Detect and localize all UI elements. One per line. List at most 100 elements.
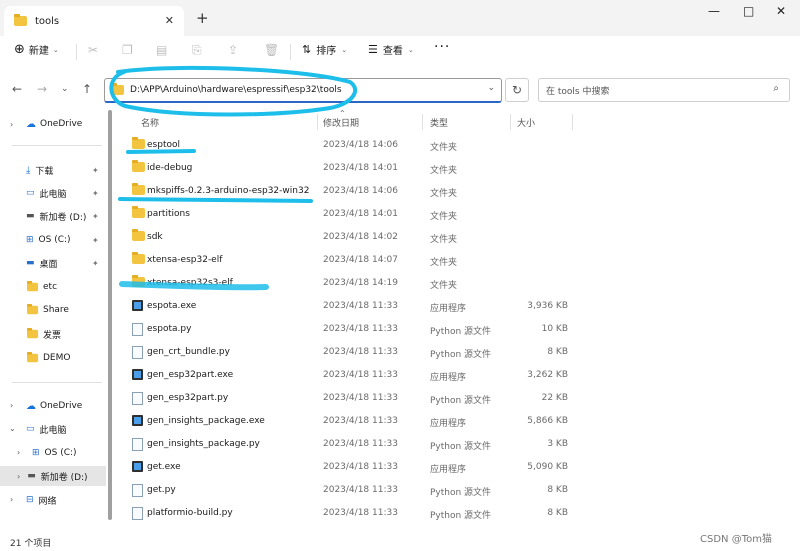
file-row[interactable]: esptool 2023/4/18 14:06 文件夹	[115, 134, 800, 157]
view-button[interactable]: ☰ 查看 ⌄	[368, 42, 414, 57]
sidebar-item-label: 新加卷 (D:)	[40, 472, 88, 483]
sidebar-item-onedrive-2[interactable]: ☁ OneDrive	[26, 396, 82, 416]
new-button[interactable]: ⊕ 新建 ⌄	[14, 42, 59, 57]
file-type: Python 源文件	[430, 511, 492, 521]
file-size: 8 KB	[547, 508, 568, 518]
sidebar-item-etc[interactable]: etc	[26, 277, 57, 297]
sidebar-item-invoices[interactable]: 发票	[26, 324, 61, 344]
share-icon[interactable]: ⇪	[228, 43, 238, 57]
file-row[interactable]: gen_crt_bundle.py 2023/4/18 11:33 Python…	[115, 341, 800, 364]
back-arrow-icon[interactable]: ←	[12, 82, 22, 96]
sidebar-item-share[interactable]: Share	[26, 300, 69, 320]
sidebar-item-network[interactable]: ⊟ 网络	[26, 490, 57, 510]
sidebar-item-this-pc-2[interactable]: ▭ 此电脑	[26, 419, 67, 439]
up-arrow-icon[interactable]: ↑	[82, 82, 92, 96]
pin-icon[interactable]: ✦	[92, 212, 99, 221]
maximize-button[interactable]: □	[743, 4, 754, 18]
file-row[interactable]: ide-debug 2023/4/18 14:01 文件夹	[115, 157, 800, 180]
file-row[interactable]: partitions 2023/4/18 14:01 文件夹	[115, 203, 800, 226]
file-name: gen_insights_package.exe	[147, 416, 265, 426]
view-label: 查看	[382, 46, 403, 57]
sidebar-item-onedrive[interactable]: ☁ OneDrive	[26, 114, 82, 134]
column-divider[interactable]	[317, 114, 318, 130]
forward-arrow-icon[interactable]: →	[37, 82, 47, 96]
network-icon: ⊟	[26, 495, 34, 505]
sidebar-item-label: OneDrive	[40, 401, 83, 411]
file-date: 2023/4/18 14:07	[323, 255, 398, 265]
application-icon	[132, 415, 143, 426]
more-options-button[interactable]: ···	[434, 39, 450, 55]
column-size[interactable]: 大小	[517, 116, 535, 129]
sidebar-item-drive-d-2[interactable]: › ▬ 新加卷 (D:)	[0, 466, 106, 486]
close-tab-icon[interactable]: ✕	[165, 14, 174, 27]
file-name: esptool	[147, 140, 180, 150]
pin-icon[interactable]: ✦	[92, 166, 99, 175]
cut-icon[interactable]: ✂	[88, 43, 98, 57]
file-row[interactable]: sdk 2023/4/18 14:02 文件夹	[115, 226, 800, 249]
sidebar-item-desktop[interactable]: ▬ 桌面	[26, 253, 58, 273]
chevron-down-icon[interactable]: ⌄	[9, 424, 16, 433]
file-date: 2023/4/18 11:33	[323, 508, 398, 518]
file-row[interactable]: gen_esp32part.exe 2023/4/18 11:33 应用程序 3…	[115, 364, 800, 387]
address-bar[interactable]: D:\APP\Arduino\hardware\espressif\esp32\…	[104, 78, 502, 103]
column-divider[interactable]	[422, 114, 423, 130]
sidebar-scrollbar[interactable]	[108, 110, 112, 520]
cloud-icon: ☁	[26, 400, 36, 412]
pin-icon[interactable]: ✦	[92, 189, 99, 198]
file-row[interactable]: gen_insights_package.py 2023/4/18 11:33 …	[115, 433, 800, 456]
new-tab-button[interactable]: +	[196, 9, 209, 27]
address-path[interactable]: D:\APP\Arduino\hardware\espressif\esp32\…	[130, 85, 342, 95]
pin-icon[interactable]: ✦	[92, 259, 99, 268]
minimize-button[interactable]: —	[708, 4, 720, 18]
sidebar-item-label: 此电脑	[39, 425, 67, 436]
column-name[interactable]: 名称	[141, 116, 159, 129]
folder-icon	[132, 229, 145, 241]
sidebar-item-this-pc[interactable]: ▭ 此电脑	[26, 183, 67, 203]
tab-tools[interactable]: tools ✕	[4, 6, 184, 36]
chevron-right-icon[interactable]: ›	[10, 401, 13, 410]
chevron-down-icon[interactable]: ⌄	[487, 83, 495, 93]
search-box[interactable]: 在 tools 中搜索 ⌕	[538, 78, 790, 102]
refresh-button[interactable]: ↻	[505, 78, 529, 102]
file-name: gen_crt_bundle.py	[147, 347, 230, 357]
file-name: gen_esp32part.py	[147, 393, 229, 403]
file-row[interactable]: xtensa-esp32-elf 2023/4/18 14:07 文件夹	[115, 249, 800, 272]
file-date: 2023/4/18 14:02	[323, 232, 398, 242]
sidebar-item-drive-c-2[interactable]: ⊞ OS (C:)	[32, 443, 77, 463]
sidebar-item-drive-c[interactable]: ⊞ OS (C:)	[26, 230, 71, 250]
file-row[interactable]: get.py 2023/4/18 11:33 Python 源文件 8 KB	[115, 479, 800, 502]
pin-icon[interactable]: ✦	[92, 236, 99, 245]
rename-icon[interactable]: ⎘	[192, 43, 202, 58]
chevron-right-icon[interactable]: ›	[10, 120, 13, 129]
file-row[interactable]: espota.py 2023/4/18 11:33 Python 源文件 10 …	[115, 318, 800, 341]
recent-locations-icon[interactable]: ⌄	[61, 84, 69, 94]
column-date[interactable]: 修改日期	[323, 116, 359, 129]
file-row[interactable]: platformio-build.py 2023/4/18 11:33 Pyth…	[115, 502, 800, 525]
column-divider[interactable]	[572, 114, 573, 130]
copy-icon[interactable]: ❐	[122, 43, 133, 57]
column-divider[interactable]	[510, 114, 511, 130]
close-window-button[interactable]: ✕	[776, 4, 786, 18]
file-row[interactable]: get.exe 2023/4/18 11:33 应用程序 5,090 KB	[115, 456, 800, 479]
file-name: espota.py	[147, 324, 192, 334]
sidebar-item-downloads[interactable]: ⤓ 下载	[26, 160, 53, 180]
sidebar-item-label: OneDrive	[40, 119, 83, 129]
column-type[interactable]: 类型	[430, 116, 448, 129]
drive-icon: ▬	[27, 471, 36, 481]
file-name: partitions	[147, 209, 190, 219]
windows-drive-icon: ⊞	[26, 235, 34, 245]
application-icon	[132, 461, 143, 472]
file-size: 8 KB	[547, 485, 568, 495]
sidebar-item-demo[interactable]: DEMO	[26, 348, 70, 368]
sidebar-item-drive-d[interactable]: ▬ 新加卷 (D:)	[26, 206, 86, 226]
sort-button[interactable]: ⇅ 排序 ⌄	[302, 42, 347, 57]
chevron-right-icon[interactable]: ›	[17, 448, 20, 457]
file-row[interactable]: xtensa-esp32s3-elf 2023/4/18 14:19 文件夹	[115, 272, 800, 295]
file-row[interactable]: gen_esp32part.py 2023/4/18 11:33 Python …	[115, 387, 800, 410]
file-row[interactable]: mkspiffs-0.2.3-arduino-esp32-win32 2023/…	[115, 180, 800, 203]
file-row[interactable]: gen_insights_package.exe 2023/4/18 11:33…	[115, 410, 800, 433]
chevron-right-icon[interactable]: ›	[10, 495, 13, 504]
file-row[interactable]: espota.exe 2023/4/18 11:33 应用程序 3,936 KB	[115, 295, 800, 318]
delete-icon[interactable]: 🗑	[264, 43, 279, 57]
paste-icon[interactable]: ▤	[156, 43, 167, 57]
